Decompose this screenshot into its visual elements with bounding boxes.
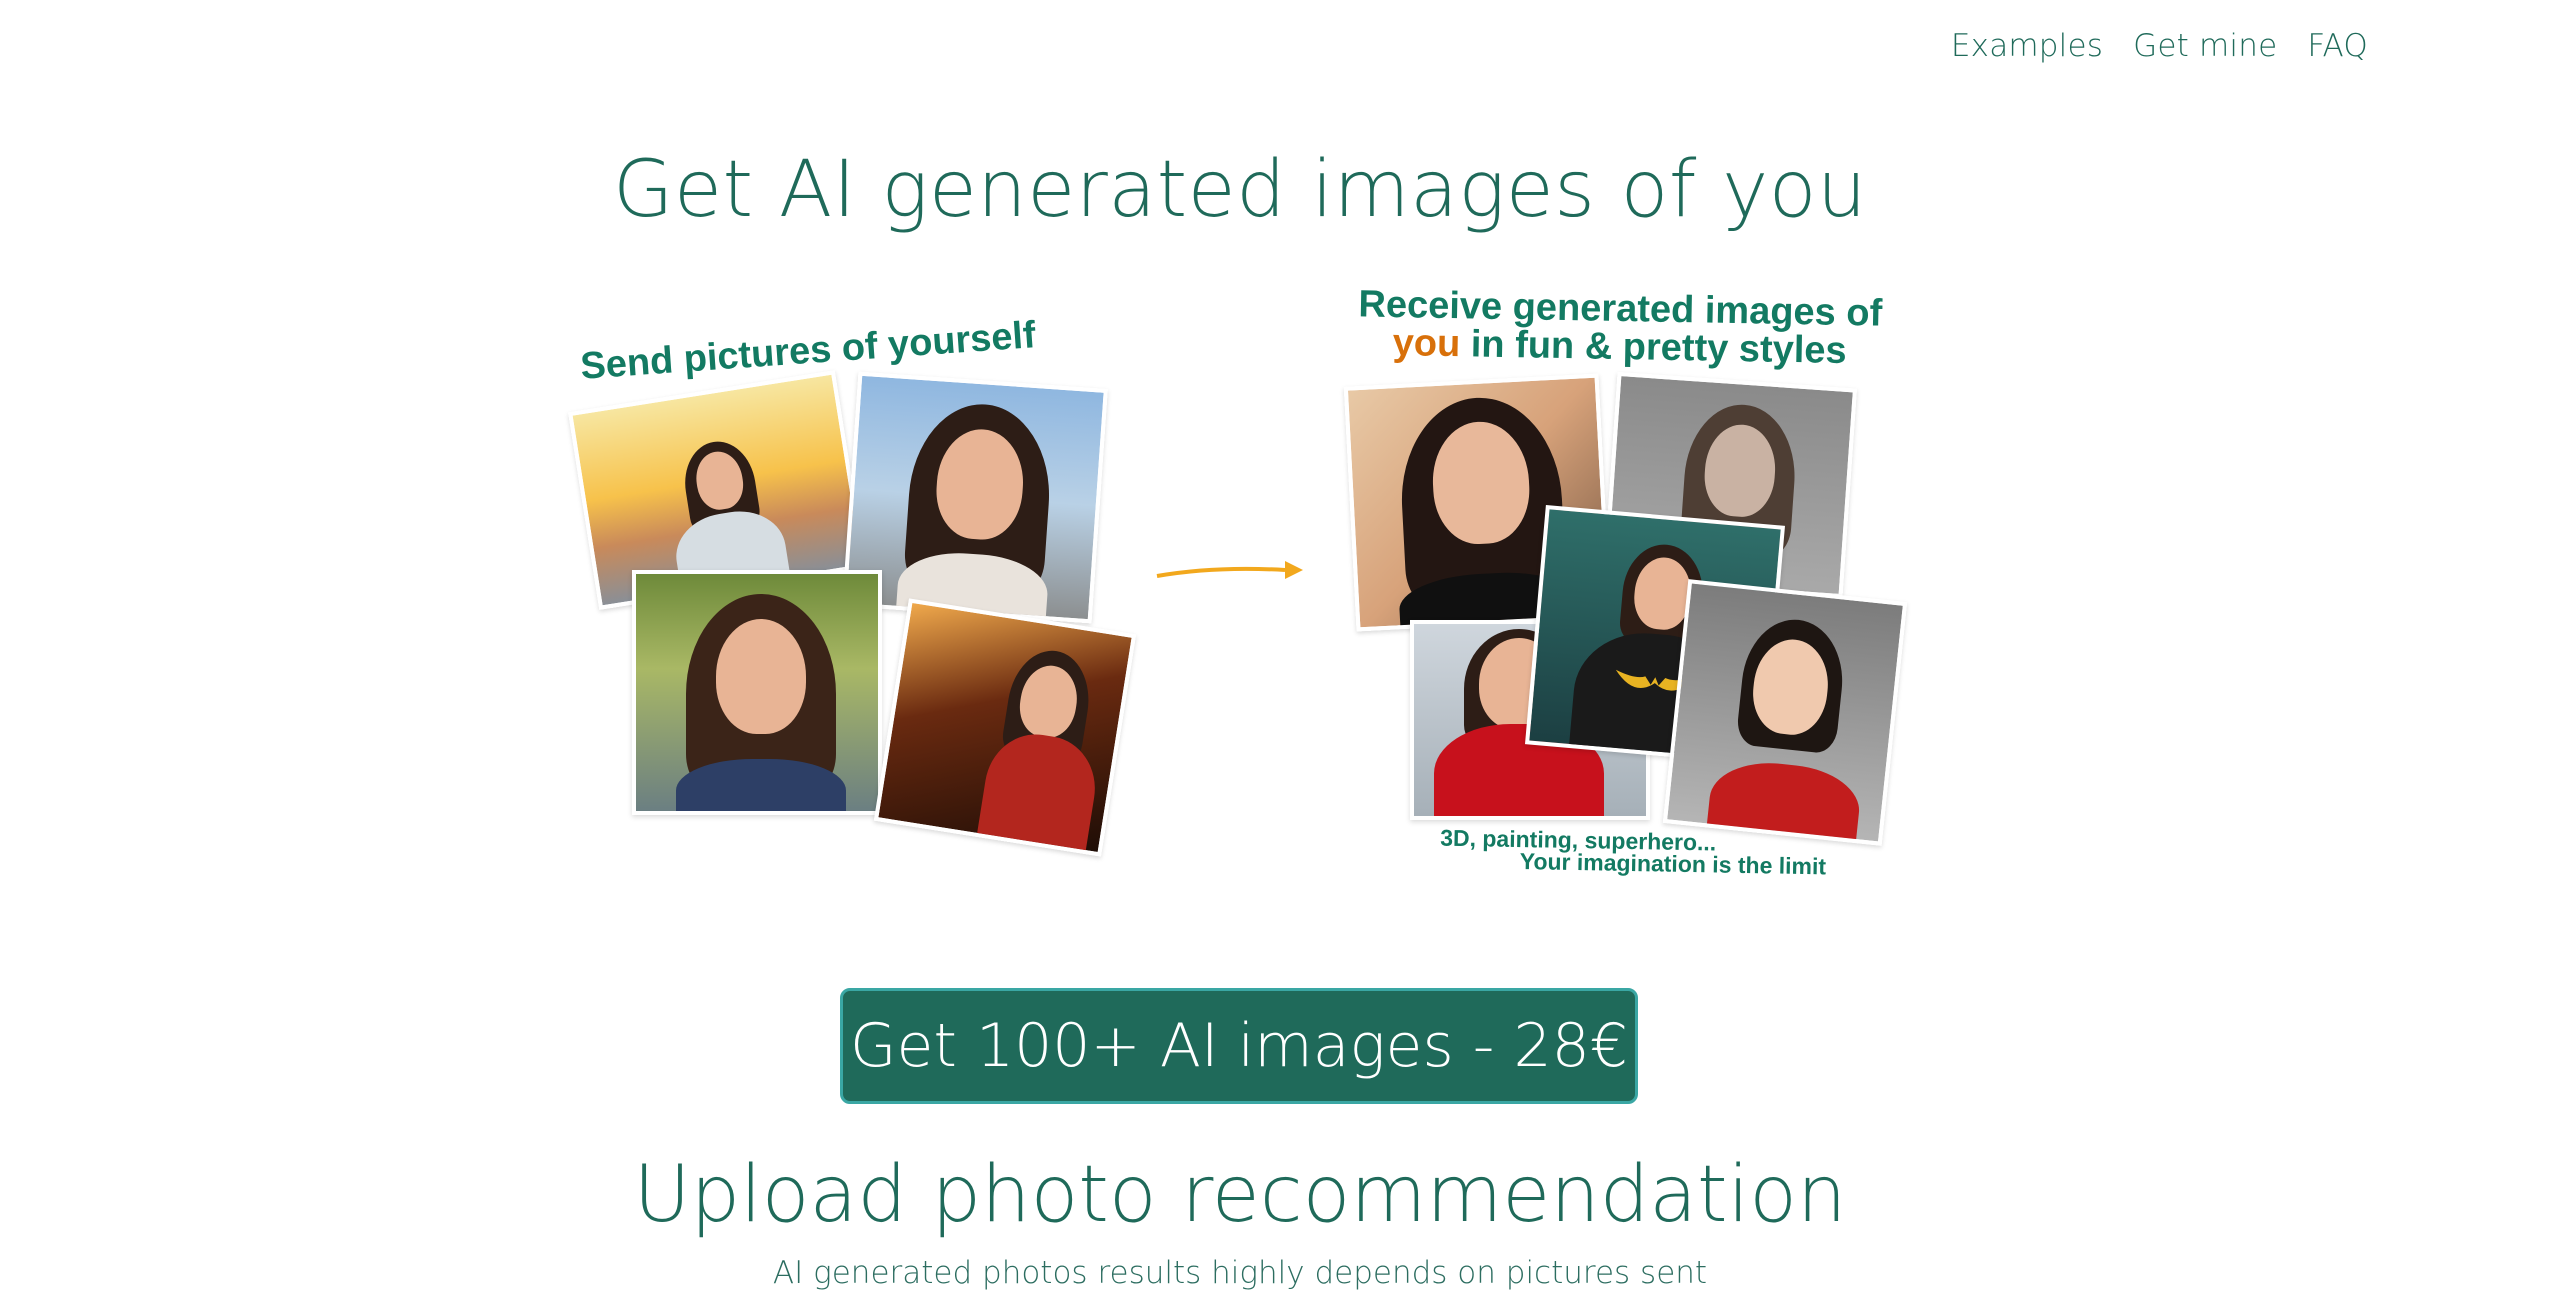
nav-link-faq[interactable]: FAQ (2307, 28, 2368, 64)
input-photo-lake (632, 570, 882, 815)
upload-recommendation-title: Upload photo recommendation (633, 1150, 1847, 1240)
get-images-button[interactable]: Get 100+ AI images - 28€ (840, 988, 1638, 1104)
hero-illustration: Send pictures of yourself Receive genera… (568, 283, 1908, 900)
input-photo-fireplace (873, 598, 1137, 857)
receive-images-caption: Receive generated images of you in fun &… (1358, 283, 1883, 372)
output-photo-red-dress (1662, 579, 1908, 846)
nav-link-get-mine[interactable]: Get mine (2133, 28, 2277, 64)
styles-caption: 3D, painting, superhero... Your imaginat… (1439, 824, 1827, 880)
hero-title: Get AI generated images of you (613, 145, 1867, 235)
page: Examples Get mine FAQ Get AI generated i… (0, 0, 2560, 1309)
arrow-icon (1156, 561, 1303, 579)
top-nav: Examples Get mine FAQ (1951, 28, 2368, 64)
upload-recommendation-subtitle: AI generated photos results highly depen… (772, 1255, 1708, 1291)
nav-link-examples[interactable]: Examples (1951, 28, 2103, 64)
